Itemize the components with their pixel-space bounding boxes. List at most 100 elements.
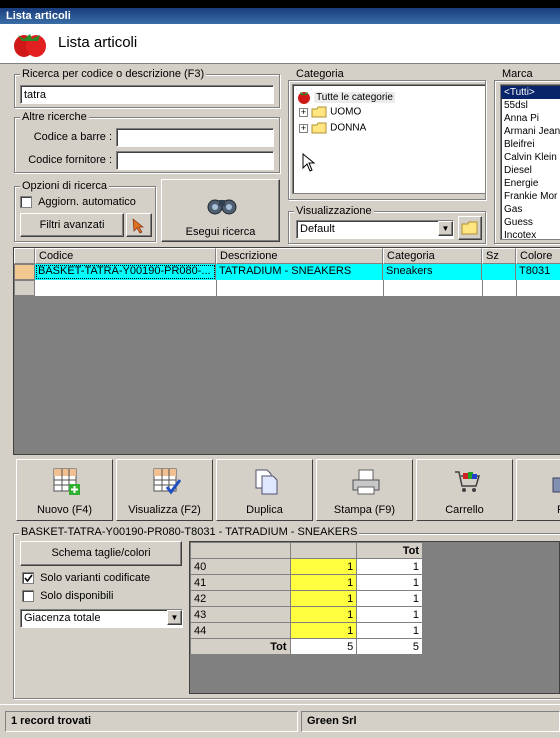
folder-icon bbox=[311, 106, 327, 118]
column-header-code[interactable]: Codice bbox=[35, 248, 216, 264]
stock-select-value: Giacenza totale bbox=[24, 612, 101, 624]
check-icon bbox=[24, 574, 33, 583]
view-select[interactable]: Default ▼ bbox=[296, 220, 454, 239]
available-only-row[interactable]: Solo disponibili bbox=[22, 590, 114, 603]
binoculars-icon bbox=[207, 199, 237, 215]
brand-list-item[interactable]: Frankie Mor bbox=[501, 190, 560, 203]
tree-root[interactable]: Tutte le categorie bbox=[297, 90, 395, 104]
size-label: 44 bbox=[190, 622, 291, 639]
tree-item-label: DONNA bbox=[330, 122, 367, 134]
chevron-down-icon[interactable]: ▼ bbox=[167, 610, 182, 625]
supplier-code-input[interactable] bbox=[116, 151, 274, 170]
hand-pointer-icon bbox=[132, 218, 144, 234]
filter-reset-button[interactable] bbox=[126, 213, 152, 237]
brand-list[interactable]: <Tutti> 55dsl Anna Pi Armani Jean Bleifrei Ca… bbox=[500, 84, 560, 240]
barcode-label: Codice a barre : bbox=[33, 131, 112, 143]
available-only-label: Solo disponibili bbox=[40, 590, 114, 603]
duplicate-button-label: Duplica bbox=[246, 504, 283, 516]
size-tot-cell: 1 bbox=[356, 606, 423, 623]
stock-select[interactable]: Giacenza totale ▼ bbox=[20, 609, 183, 628]
expand-icon[interactable]: + bbox=[299, 107, 308, 117]
view-folder-button[interactable] bbox=[458, 216, 482, 240]
status-records: 1 record trovati bbox=[5, 711, 298, 732]
expand-icon[interactable]: + bbox=[299, 123, 308, 133]
cell-color[interactable]: T8031 bbox=[516, 264, 560, 280]
size-qty-cell[interactable]: 1 bbox=[289, 590, 358, 607]
strawberry-icon bbox=[14, 34, 46, 57]
sizes-table: Tot 40 1 1 41 1 1 42 1 1 43 1 1 44 1 1 Tot 5 5 bbox=[190, 542, 423, 655]
auto-update-checkbox[interactable] bbox=[20, 196, 32, 209]
duplicate-icon bbox=[255, 469, 278, 495]
sizes-footer-label: Tot bbox=[190, 638, 291, 655]
available-only-checkbox[interactable] bbox=[22, 590, 34, 603]
size-qty-cell[interactable]: 1 bbox=[289, 606, 358, 623]
size-color-schema-button[interactable]: Schema taglie/colori bbox=[20, 541, 182, 566]
size-label: 40 bbox=[190, 558, 291, 575]
advanced-filters-button[interactable]: Filtri avanzati bbox=[20, 213, 124, 237]
folder-icon bbox=[461, 221, 478, 235]
brand-list-item[interactable]: Guess bbox=[501, 216, 560, 229]
table-row-empty[interactable] bbox=[14, 280, 560, 296]
coded-variants-row[interactable]: Solo varianti codificate bbox=[22, 572, 151, 585]
size-row: 41 1 1 bbox=[190, 574, 423, 591]
cart-icon bbox=[455, 471, 481, 492]
row-indicator bbox=[14, 280, 35, 296]
search-input[interactable] bbox=[20, 85, 274, 104]
sizes-footer-tot: 5 bbox=[356, 638, 423, 655]
action-toolbar: Nuovo (F4) Visualizza (F2) Duplica Stamp… bbox=[13, 457, 560, 523]
brand-list-item[interactable]: Bleifrei bbox=[501, 138, 560, 151]
tree-root-label: Tutte le categorie bbox=[314, 91, 395, 103]
duplicate-button[interactable]: Duplica bbox=[216, 459, 313, 521]
brand-list-item[interactable]: <Tutti> bbox=[501, 86, 560, 99]
size-tot-cell: 1 bbox=[356, 574, 423, 591]
auto-update-row[interactable]: Aggiorn. automatico bbox=[20, 196, 136, 209]
more-button[interactable]: F bbox=[516, 459, 560, 521]
new-button[interactable]: Nuovo (F4) bbox=[16, 459, 113, 521]
brand-list-item[interactable]: Armani Jean bbox=[501, 125, 560, 138]
column-header-size[interactable]: Sz bbox=[482, 248, 516, 264]
tree-item-uomo[interactable]: + UOMO bbox=[299, 106, 361, 118]
brand-list-item[interactable]: Energie bbox=[501, 177, 560, 190]
coded-variants-label: Solo varianti codificate bbox=[40, 572, 151, 585]
cell-code[interactable]: BASKET-TATRA-Y00190-PR080-... bbox=[35, 264, 216, 280]
size-qty-cell[interactable]: 1 bbox=[289, 558, 358, 575]
coded-variants-checkbox[interactable] bbox=[22, 572, 34, 585]
view-grid-icon bbox=[153, 468, 181, 495]
size-qty-cell[interactable]: 1 bbox=[289, 622, 358, 639]
folder-icon bbox=[311, 122, 327, 134]
size-tot-cell: 1 bbox=[356, 590, 423, 607]
sizes-grid: Tot 40 1 1 41 1 1 42 1 1 43 1 1 44 1 1 Tot 5 5 bbox=[189, 541, 560, 694]
status-bar: 1 record trovati Green Srl bbox=[0, 704, 560, 738]
view-button[interactable]: Visualizza (F2) bbox=[116, 459, 213, 521]
column-header-description[interactable]: Descrizione bbox=[216, 248, 383, 264]
tree-item-label: UOMO bbox=[330, 106, 362, 118]
row-indicator bbox=[14, 264, 35, 280]
tree-item-donna[interactable]: + DONNA bbox=[299, 122, 366, 134]
sizes-header-tot: Tot bbox=[356, 542, 423, 559]
brand-list-item[interactable]: 55dsl bbox=[501, 99, 560, 112]
size-qty-cell[interactable]: 1 bbox=[289, 574, 358, 591]
cell-size[interactable] bbox=[482, 264, 516, 280]
cell-description[interactable]: TATRADIUM - SNEAKERS bbox=[216, 264, 383, 280]
table-row[interactable]: BASKET-TATRA-Y00190-PR080-... TATRADIUM … bbox=[14, 264, 560, 280]
execute-search-button[interactable]: Esegui ricerca bbox=[161, 179, 280, 242]
brand-list-item[interactable]: Diesel bbox=[501, 164, 560, 177]
auto-update-label: Aggiorn. automatico bbox=[38, 196, 136, 209]
barcode-input[interactable] bbox=[116, 128, 274, 147]
column-header-category[interactable]: Categoria bbox=[383, 248, 482, 264]
brand-list-item[interactable]: Anna Pi bbox=[501, 112, 560, 125]
execute-search-label: Esegui ricerca bbox=[185, 226, 256, 238]
size-row: 43 1 1 bbox=[190, 606, 423, 623]
page-header: Lista articoli bbox=[0, 24, 560, 64]
brand-list-item[interactable]: Calvin Klein bbox=[501, 151, 560, 164]
brand-list-item[interactable]: Incotex bbox=[501, 229, 560, 239]
cart-button[interactable]: Carrello bbox=[416, 459, 513, 521]
page-title: Lista articoli bbox=[58, 34, 138, 51]
chevron-down-icon[interactable]: ▼ bbox=[438, 221, 453, 236]
category-label: Categoria bbox=[294, 68, 346, 80]
cell-category[interactable]: Sneakers bbox=[383, 264, 482, 280]
box-icon bbox=[552, 477, 560, 493]
print-button[interactable]: Stampa (F9) bbox=[316, 459, 413, 521]
column-header-color[interactable]: Colore bbox=[516, 248, 560, 264]
brand-list-item[interactable]: Gas bbox=[501, 203, 560, 216]
